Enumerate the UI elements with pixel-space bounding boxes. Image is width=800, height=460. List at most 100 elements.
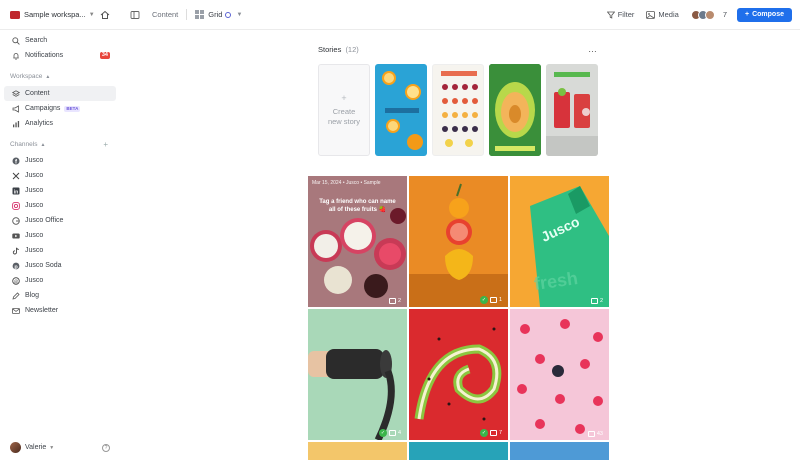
chevron-down-icon[interactable]: ▼ (236, 12, 242, 18)
sidebar-item-label: Content (25, 90, 50, 97)
compose-label: Compose (752, 11, 784, 18)
grid-icon (195, 10, 205, 19)
sidebar-item-search[interactable]: Search (4, 33, 116, 48)
sidebar-item-channel-youtube[interactable]: Jusco (4, 228, 116, 243)
top-bar: Sample workspa... ▼ Content Grid ▼ Filte… (0, 0, 800, 30)
channels-section-header[interactable]: Channels ▲ + (0, 137, 120, 152)
section-label: Channels (10, 141, 38, 148)
post-tile[interactable]: ✓ 4 (308, 309, 407, 440)
approved-check-icon: ✓ (378, 429, 387, 437)
story-thumbnail[interactable] (375, 64, 427, 156)
sidebar-item-channel-newsletter[interactable]: Newsletter (4, 303, 116, 318)
approved-check-icon: ✓ (479, 429, 488, 437)
create-story-label-1: Create (332, 107, 356, 116)
comment-icon (489, 297, 497, 303)
google-business-icon (12, 216, 20, 225)
sidebar-item-channel-instagram[interactable]: Jusco (4, 198, 116, 213)
breadcrumb-divider (186, 9, 188, 20)
compose-button[interactable]: + Compose (737, 7, 792, 22)
post-tile[interactable] (308, 442, 407, 460)
post-tile[interactable] (510, 442, 609, 460)
sidebar-item-label: Jusco (25, 232, 44, 239)
filter-button[interactable]: Filter (606, 10, 634, 19)
sidebar-item-channel-facebook[interactable]: f Jusco (4, 153, 116, 168)
breadcrumb-content[interactable]: Content (152, 10, 178, 19)
sidebar-item-channel-pinterest[interactable]: p Jusco Soda (4, 258, 116, 273)
pinterest-icon: p (12, 262, 20, 270)
help-icon[interactable]: ? (102, 443, 110, 452)
filter-icon (606, 11, 615, 19)
member-avatars[interactable] (690, 9, 715, 20)
main-content: Stories (12) … + Create new story Mar 15… (120, 30, 800, 460)
media-button[interactable]: Media (646, 10, 679, 19)
user-menu[interactable]: Valerie ▼ ? (10, 442, 110, 453)
status-ring-icon (225, 11, 232, 18)
post-tile[interactable]: Mar 15, 2024 • Jusco • Sample Tag a frie… (308, 176, 407, 307)
create-story-label-2: new story (327, 117, 361, 126)
mail-icon (12, 307, 20, 315)
workspace-section-header[interactable]: Workspace ▲ (0, 69, 120, 84)
post-tile[interactable] (409, 442, 508, 460)
youtube-icon (12, 232, 20, 240)
sidebar-item-label: Notifications (25, 52, 64, 59)
comment-icon (590, 298, 598, 304)
workspace-name: Sample workspa... (24, 10, 86, 19)
sidebar-item-notifications[interactable]: Notifications 34 (4, 48, 116, 63)
comment-count: 43 (596, 431, 603, 437)
stories-header: Stories (12) (318, 45, 359, 54)
bell-icon (12, 52, 20, 60)
post-stats: 2 (388, 298, 404, 304)
notification-badge: 34 (99, 52, 110, 59)
sidebar-item-channel-linkedin[interactable]: in Jusco (4, 183, 116, 198)
home-icon[interactable] (100, 9, 112, 21)
comment-icon (587, 431, 595, 437)
sidebar-item-channel-blog[interactable]: Blog (4, 288, 116, 303)
story-thumbnail[interactable] (546, 64, 598, 156)
sidebar-item-label: Jusco (25, 247, 44, 254)
comment-count: 2 (599, 298, 603, 304)
comment-icon (388, 430, 396, 436)
post-caption: Tag a friend who can name all of these f… (319, 199, 396, 213)
post-tile[interactable]: 43 (510, 309, 609, 440)
add-channel-icon[interactable]: + (103, 140, 108, 149)
comment-count: 4 (397, 430, 401, 436)
plus-icon: + (341, 93, 347, 103)
breadcrumb-view[interactable]: Grid (208, 10, 222, 19)
more-options-icon[interactable]: … (588, 44, 598, 54)
section-label: Workspace (10, 73, 43, 80)
create-story-button[interactable]: + Create new story (318, 64, 370, 156)
sidebar-item-label: Jusco (25, 187, 44, 194)
svg-text:@: @ (14, 278, 19, 283)
story-thumbnail[interactable] (432, 64, 484, 156)
sidebar-toggle-icon[interactable] (130, 10, 140, 20)
sidebar-item-channel-x[interactable]: Jusco (4, 168, 116, 183)
sidebar-item-channel-threads[interactable]: @ Jusco (4, 273, 116, 288)
avatar (10, 442, 21, 453)
post-stats: ✓ 4 (378, 429, 404, 437)
sidebar-item-campaigns[interactable]: Campaigns BETA (4, 101, 116, 116)
analytics-icon (12, 120, 20, 128)
chevron-up-icon: ▲ (40, 141, 46, 148)
sidebar-item-label: Newsletter (25, 307, 59, 314)
sidebar-item-channel-tiktok[interactable]: Jusco (4, 243, 116, 258)
post-stats: 2 (590, 298, 606, 304)
sidebar-item-analytics[interactable]: Analytics (4, 116, 116, 131)
sidebar-item-content[interactable]: Content (4, 86, 116, 101)
post-tile[interactable]: ✓ 7 (409, 309, 508, 440)
svg-text:in: in (14, 189, 18, 195)
post-tile[interactable]: Jusco fresh 2 (510, 176, 609, 307)
sidebar-item-label: Campaigns (25, 105, 61, 112)
sidebar-item-label: Jusco Soda (25, 262, 62, 269)
comment-count: 1 (498, 297, 502, 303)
story-thumbnail[interactable] (489, 64, 541, 156)
post-stats: ✓ 7 (479, 429, 505, 437)
beta-badge: BETA (64, 105, 81, 112)
app-window: Sample workspa... ▼ Content Grid ▼ Filte… (0, 0, 800, 460)
sidebar-item-label: Jusco (25, 277, 44, 284)
instagram-icon (12, 201, 20, 210)
tiktok-icon (12, 247, 20, 255)
threads-icon: @ (12, 276, 20, 285)
post-tile[interactable]: ✓ 1 (409, 176, 508, 307)
sidebar-item-channel-google-business[interactable]: Jusco Office (4, 213, 116, 228)
stories-row: + Create new story (318, 64, 603, 156)
